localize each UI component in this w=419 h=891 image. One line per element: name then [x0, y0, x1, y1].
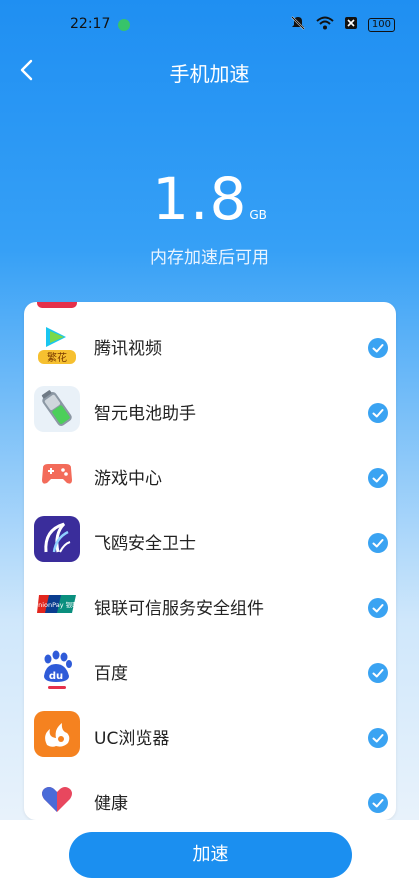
checkmark-icon[interactable] [368, 728, 388, 748]
app-name: 智元电池助手 [94, 404, 196, 424]
partial-app-icon [37, 302, 77, 308]
health-icon [34, 776, 80, 820]
list-item[interactable]: UnionPay 银联 银联可信服务安全组件 [24, 572, 396, 637]
baidu-icon: du [34, 646, 80, 692]
battery-level: 100 [367, 18, 395, 32]
app-name: 游戏中心 [94, 469, 162, 489]
bottom-bar: 加速 [0, 820, 419, 891]
checkmark-icon[interactable] [368, 338, 388, 358]
app-name: 健康 [94, 794, 128, 814]
sim-icon [344, 16, 358, 34]
feiou-security-icon [34, 516, 80, 562]
page-title: 手机加速 [169, 62, 250, 86]
checkmark-icon[interactable] [368, 533, 388, 553]
memory-summary: 1.8 GB [0, 165, 419, 233]
checkmark-icon[interactable] [368, 598, 388, 618]
notification-dot-icon [118, 19, 130, 31]
list-item[interactable]: du 百度 [24, 637, 396, 702]
header-bar: 手机加速 [0, 52, 419, 92]
list-item[interactable]: 智元电池助手 [24, 377, 396, 442]
memory-unit: GB [249, 208, 267, 222]
list-item[interactable]: UC浏览器 [24, 702, 396, 767]
app-name: UC浏览器 [94, 729, 170, 749]
app-list: 繁花 腾讯视频 智元电池助手 游戏中心 飞鸥安全卫士 UnionPay 银联 银… [24, 312, 396, 820]
app-name: 银联可信服务安全组件 [94, 599, 264, 619]
checkmark-icon[interactable] [368, 793, 388, 813]
list-item[interactable]: 飞鸥安全卫士 [24, 507, 396, 572]
checkmark-icon[interactable] [368, 403, 388, 423]
mute-icon [290, 15, 306, 35]
app-name: 百度 [94, 664, 128, 684]
app-name: 飞鸥安全卫士 [94, 534, 196, 554]
tencent-video-icon: 繁花 [34, 321, 80, 367]
icon-badge-text: 繁花 [47, 351, 67, 364]
list-item[interactable]: 繁花 腾讯视频 [24, 312, 396, 377]
checkmark-icon[interactable] [368, 468, 388, 488]
status-icons: 100 [290, 15, 395, 35]
game-center-icon [34, 451, 80, 497]
battery-assistant-icon [34, 386, 80, 432]
memory-value: 1.8 [152, 165, 248, 233]
uc-browser-icon [34, 711, 80, 757]
status-bar: 22:17 100 [0, 0, 419, 50]
memory-caption: 内存加速后可用 [150, 248, 269, 268]
unionpay-icon: UnionPay 银联 [33, 581, 80, 627]
list-item[interactable]: 健康 [24, 767, 396, 820]
status-time: 22:17 [70, 16, 111, 32]
app-list-card: 繁花 腾讯视频 智元电池助手 游戏中心 飞鸥安全卫士 UnionPay 银联 银… [24, 302, 396, 820]
icon-logo-text: UnionPay 银联 [34, 600, 79, 609]
wifi-icon [316, 16, 334, 34]
list-item[interactable]: 游戏中心 [24, 442, 396, 507]
accelerate-button[interactable]: 加速 [69, 832, 352, 878]
checkmark-icon[interactable] [368, 663, 388, 683]
app-name: 腾讯视频 [94, 339, 162, 359]
icon-logo-text: du [49, 671, 63, 682]
